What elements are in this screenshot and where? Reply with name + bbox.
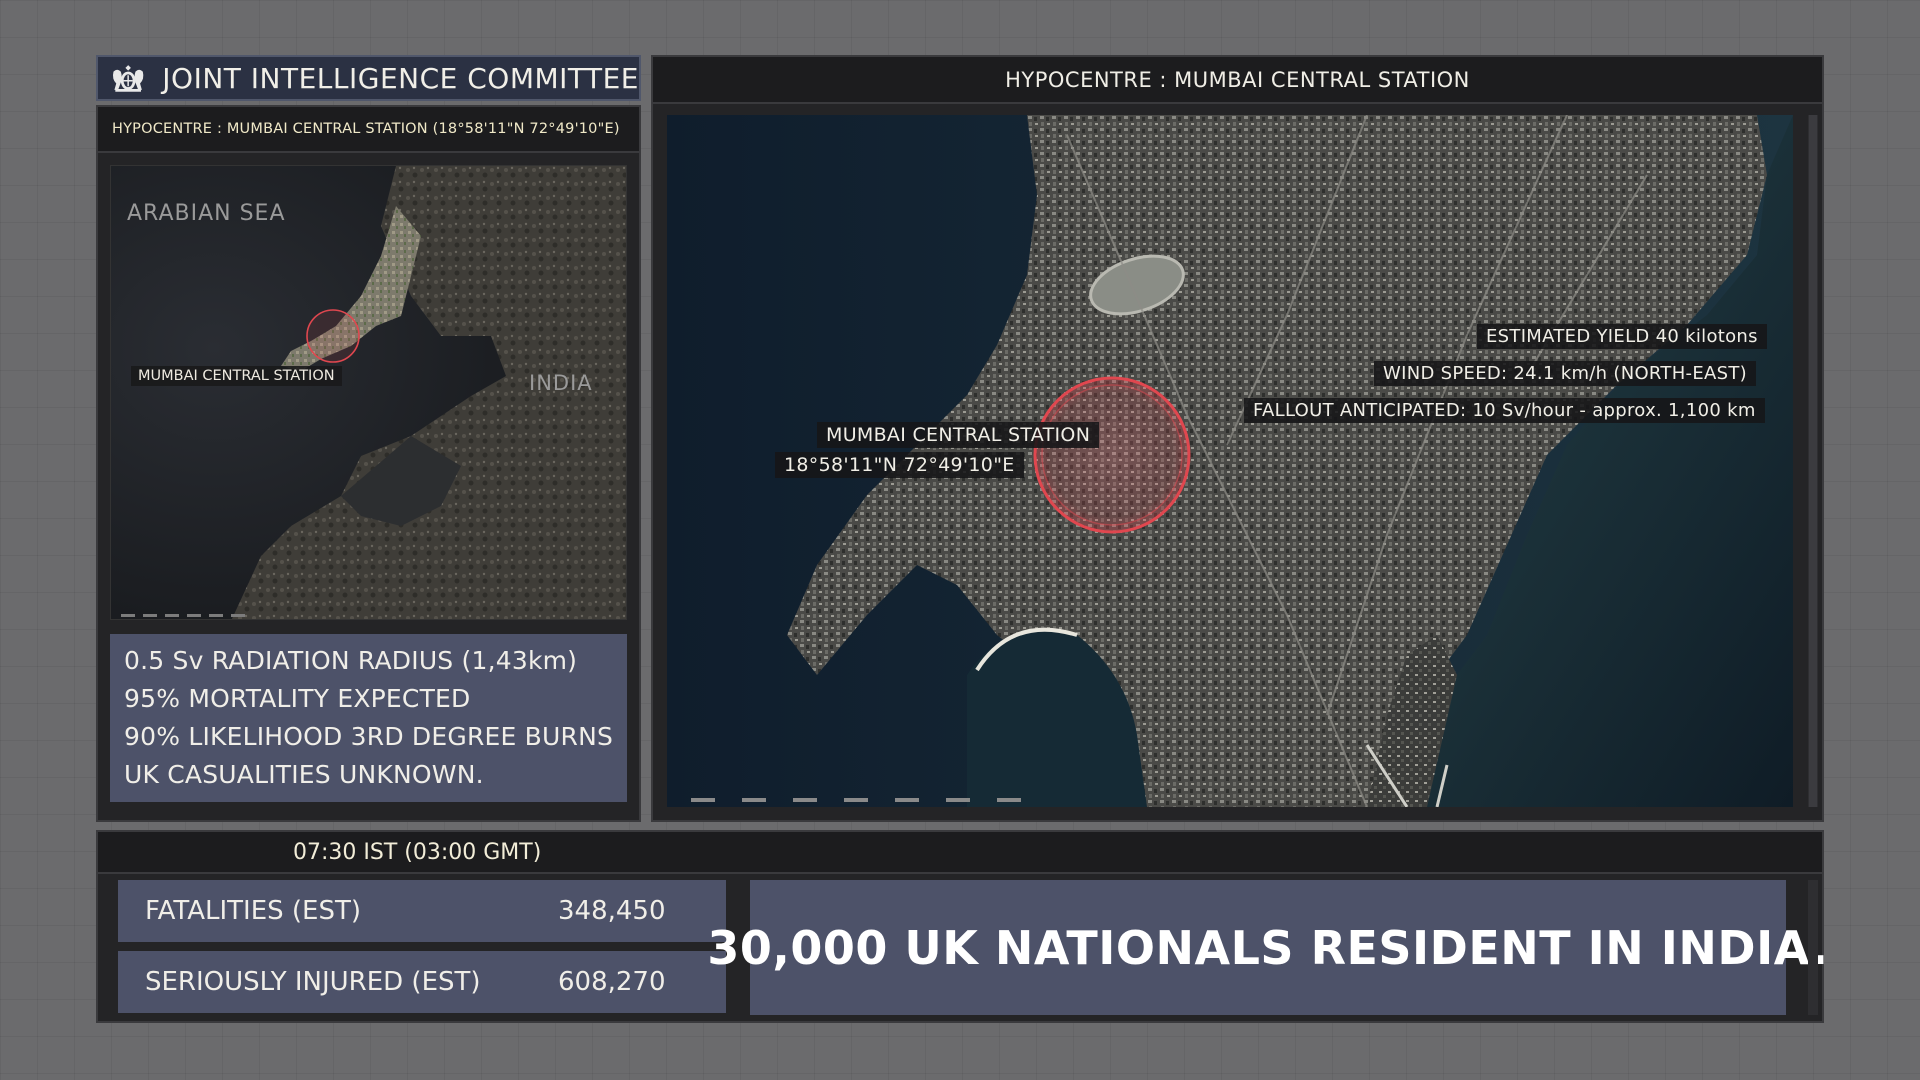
right-caption-bar: HYPOCENTRE : MUMBAI CENTRAL STATION: [653, 57, 1822, 104]
casualty-panel: 07:30 IST (03:00 GMT) FATALITIES (EST) 3…: [96, 830, 1828, 1023]
bottom-panel-scrollbar[interactable]: [1808, 880, 1818, 1015]
right-scrollbar-thumb[interactable]: [1809, 115, 1817, 807]
left-map-panel: HYPOCENTRE : MUMBAI CENTRAL STATION (18°…: [96, 105, 641, 822]
arabian-sea-label: ARABIAN SEA: [127, 201, 286, 226]
overview-station-label: MUMBAI CENTRAL STATION: [131, 366, 342, 386]
injured-label: SERIOUSLY INJURED (EST): [145, 967, 481, 997]
injured-card: SERIOUSLY INJURED (EST) 608,270: [118, 951, 726, 1013]
committee-title: JOINT INTELLIGENCE COMMITTEE: [162, 61, 639, 95]
fatalities-label: FATALITIES (EST): [145, 896, 361, 926]
burns-text: 90% LIKELIHOOD 3RD DEGREE BURNS: [124, 722, 614, 751]
estimated-yield-label: ESTIMATED YIELD 40 kilotons: [1477, 324, 1767, 349]
left-caption-bar: HYPOCENTRE : MUMBAI CENTRAL STATION (18°…: [98, 107, 639, 153]
wind-speed-label: WIND SPEED: 24.1 km/h (NORTH-EAST): [1374, 361, 1756, 386]
uk-casualties-text: UK CASUALITIES UNKNOWN.: [124, 760, 484, 789]
overview-blast-radius: [306, 309, 360, 363]
time-bar: 07:30 IST (03:00 GMT): [98, 832, 1822, 874]
timestamp: 07:30 IST (03:00 GMT): [293, 840, 542, 865]
right-hypocentre-caption: HYPOCENTRE : MUMBAI CENTRAL STATION: [1005, 67, 1470, 92]
uk-nationals-box: 30,000 UK NATIONALS RESIDENT IN INDIA.: [707, 880, 1828, 1015]
injured-value: 608,270: [558, 967, 666, 997]
india-label: INDIA: [529, 371, 593, 395]
right-map-panel: HYPOCENTRE : MUMBAI CENTRAL STATION MUMB…: [651, 55, 1824, 822]
left-panel: JOINT INTELLIGENCE COMMITTEE HYPOCENTRE …: [96, 55, 641, 822]
radiation-radius-text: 0.5 Sv RADIATION RADIUS (1,43km): [124, 646, 578, 675]
fatalities-value: 348,450: [558, 896, 666, 926]
detail-blast-radius: [1033, 376, 1191, 534]
left-hypocentre-caption: HYPOCENTRE : MUMBAI CENTRAL STATION (18°…: [112, 121, 620, 137]
mortality-text: 95% MORTALITY EXPECTED: [124, 684, 471, 713]
hypocentre-coordinates: 18°58'11"N 72°49'10"E: [775, 452, 1024, 478]
fatalities-card: FATALITIES (EST) 348,450: [118, 880, 726, 942]
uk-nationals-text: 30,000 UK NATIONALS RESIDENT IN INDIA.: [707, 920, 1829, 975]
right-panel-scrollbar[interactable]: [1808, 115, 1818, 807]
detail-station-label: MUMBAI CENTRAL STATION: [817, 422, 1100, 448]
royal-crest-icon: [112, 65, 144, 92]
fallout-label: FALLOUT ANTICIPATED: 10 Sv/hour - approx…: [1244, 398, 1765, 423]
overview-satellite-map[interactable]: ARABIAN SEA INDIA MUMBAI CENTRAL STATION: [110, 165, 627, 620]
detail-satellite-map[interactable]: MUMBAI CENTRAL STATION 18°58'11"N 72°49'…: [667, 115, 1793, 807]
radiation-stats-box: 0.5 Sv RADIATION RADIUS (1,43km) 95% MOR…: [110, 634, 627, 802]
committee-header: JOINT INTELLIGENCE COMMITTEE: [96, 55, 641, 101]
